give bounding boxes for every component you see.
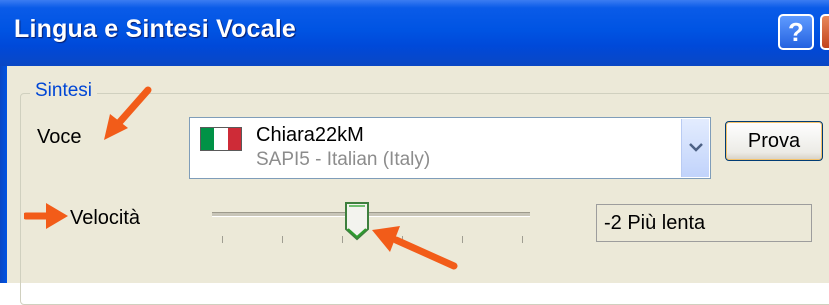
annotation-arrow-icon xyxy=(24,203,68,229)
chevron-down-icon xyxy=(689,143,703,152)
title-bar[interactable]: Lingua e Sintesi Vocale ? xyxy=(0,0,829,66)
window-border xyxy=(0,66,7,283)
speed-slider-thumb[interactable] xyxy=(344,201,370,241)
dialog-window: Lingua e Sintesi Vocale ? Sintesi Voce C… xyxy=(0,0,829,305)
speed-slider-track[interactable] xyxy=(212,212,530,217)
italy-flag-icon xyxy=(200,127,242,151)
annotation-arrow-icon xyxy=(372,226,458,270)
help-button[interactable]: ? xyxy=(778,14,814,50)
annotation-arrow-icon xyxy=(104,86,152,140)
flag-stripe-green xyxy=(201,128,215,150)
slider-tick xyxy=(222,236,223,243)
slider-tick xyxy=(282,236,283,243)
voice-name: Chiara22kM xyxy=(256,124,364,146)
flag-stripe-white xyxy=(214,128,228,150)
speed-value-display: -2 Più lenta xyxy=(596,204,812,242)
flag-stripe-red xyxy=(227,128,241,150)
slider-tick xyxy=(522,236,523,243)
close-button[interactable] xyxy=(820,14,829,50)
voice-label: Voce xyxy=(37,126,82,148)
slider-tick xyxy=(462,236,463,243)
slider-tick xyxy=(342,236,343,243)
speed-label: Velocità xyxy=(70,207,141,229)
dropdown-button[interactable] xyxy=(681,119,709,177)
prova-button[interactable]: Prova xyxy=(725,121,823,161)
window-title: Lingua e Sintesi Vocale xyxy=(14,15,296,43)
voice-engine: SAPI5 - Italian (Italy) xyxy=(256,149,431,170)
voice-combobox[interactable]: Chiara22kM SAPI5 - Italian (Italy) xyxy=(189,117,711,179)
group-legend: Sintesi xyxy=(30,80,98,102)
